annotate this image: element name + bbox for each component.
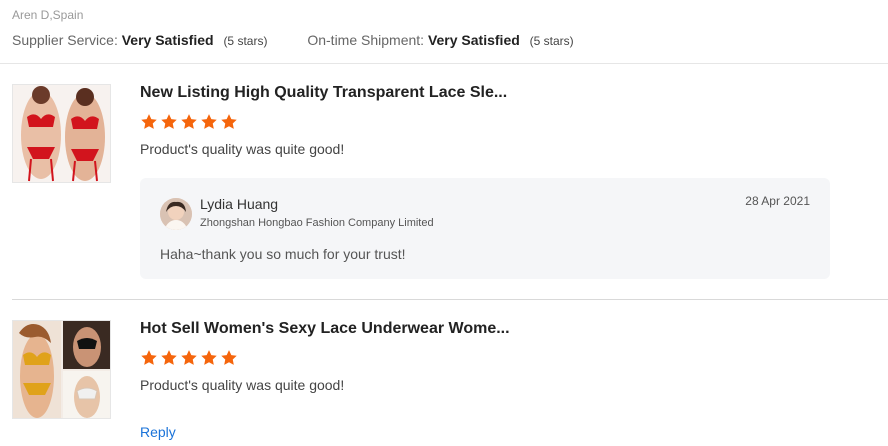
supplier-service-rating: Supplier Service: Very Satisfied (5 star… bbox=[12, 32, 267, 48]
divider bbox=[0, 63, 888, 64]
supplier-service-stars: (5 stars) bbox=[223, 34, 268, 48]
star-icon bbox=[221, 350, 237, 365]
star-icon bbox=[141, 350, 157, 365]
supplier-service-value: Very Satisfied bbox=[121, 32, 214, 48]
review-header: Aren D,Spain bbox=[12, 8, 83, 22]
star-icon bbox=[201, 114, 217, 129]
star-icon bbox=[181, 350, 197, 365]
supplier-ratings: Supplier Service: Very Satisfied (5 star… bbox=[12, 32, 574, 48]
supplier-reply: Lydia Huang Zhongshan Hongbao Fashion Co… bbox=[140, 178, 830, 279]
ontime-shipment-rating: On-time Shipment: Very Satisfied (5 star… bbox=[307, 32, 573, 48]
reply-link[interactable]: Reply bbox=[140, 424, 176, 440]
product-title[interactable]: New Listing High Quality Transparent Lac… bbox=[140, 84, 507, 102]
ontime-shipment-value: Very Satisfied bbox=[427, 32, 520, 48]
avatar bbox=[160, 198, 192, 230]
star-icon bbox=[221, 114, 237, 129]
review-comment: Product's quality was quite good! bbox=[140, 377, 345, 393]
product-thumbnail[interactable] bbox=[12, 84, 111, 183]
review-comment: Product's quality was quite good! bbox=[140, 141, 345, 157]
star-icon bbox=[161, 114, 177, 129]
divider bbox=[12, 299, 888, 300]
product-title[interactable]: Hot Sell Women's Sexy Lace Underwear Wom… bbox=[140, 320, 510, 338]
product-thumbnail[interactable] bbox=[12, 320, 111, 419]
replier-name: Lydia Huang bbox=[200, 196, 279, 212]
reply-date: 28 Apr 2021 bbox=[745, 194, 810, 208]
star-icon bbox=[161, 350, 177, 365]
star-icon bbox=[201, 350, 217, 365]
supplier-service-label: Supplier Service: bbox=[12, 32, 118, 48]
star-icon bbox=[141, 114, 157, 129]
ontime-shipment-label: On-time Shipment: bbox=[307, 32, 425, 48]
ontime-shipment-stars: (5 stars) bbox=[529, 34, 574, 48]
replier-company: Zhongshan Hongbao Fashion Company Limite… bbox=[200, 217, 434, 229]
star-rating bbox=[140, 113, 238, 131]
reply-text: Haha~thank you so much for your trust! bbox=[160, 246, 406, 262]
reviewer-location: Aren D,Spain bbox=[12, 8, 84, 22]
star-icon bbox=[181, 114, 197, 129]
star-rating bbox=[140, 349, 238, 367]
